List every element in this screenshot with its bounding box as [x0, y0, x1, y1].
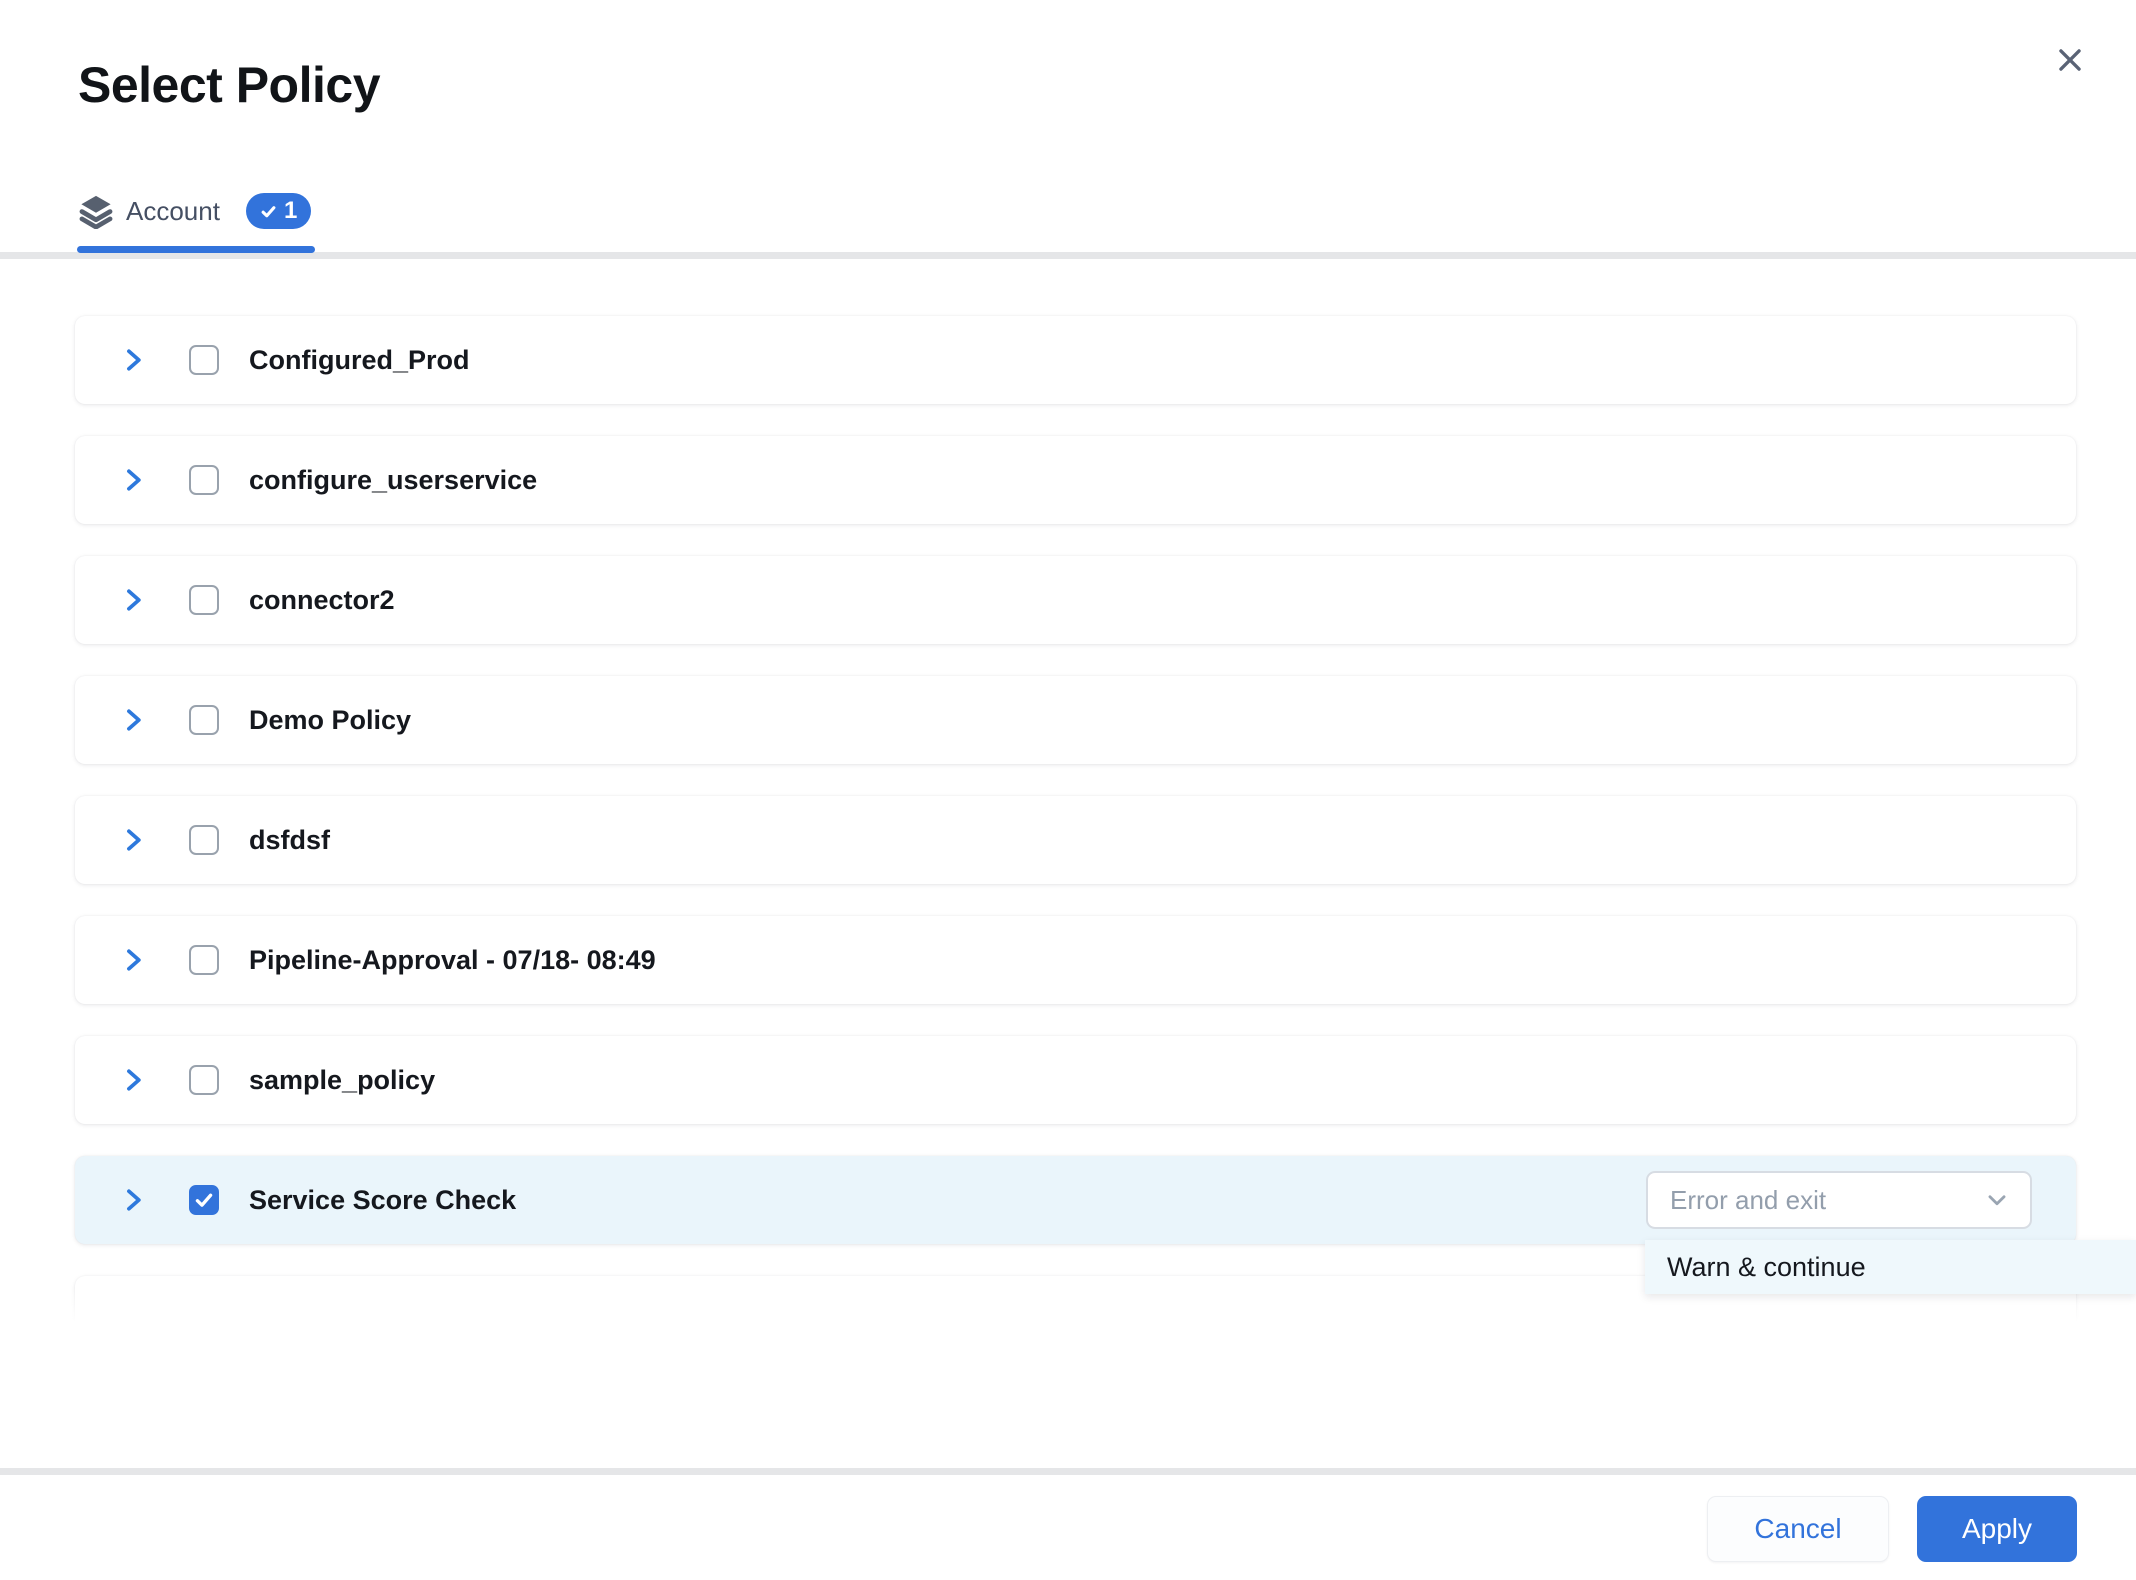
- policy-row: Service Score Check Error and exit: [75, 1156, 2076, 1244]
- policy-name: configure_userservice: [249, 465, 537, 496]
- action-dropdown-menu: Warn & continue: [1645, 1240, 2136, 1294]
- policy-name: Demo Policy: [249, 705, 411, 736]
- policy-action-select[interactable]: Error and exit: [1646, 1171, 2032, 1229]
- cancel-button[interactable]: Cancel: [1707, 1496, 1889, 1562]
- expand-chevron-icon[interactable]: [119, 346, 147, 374]
- policy-name: sample_policy: [249, 1065, 435, 1096]
- policy-checkbox[interactable]: [189, 825, 219, 855]
- tab-account[interactable]: Account 1: [78, 193, 311, 229]
- apply-button[interactable]: Apply: [1917, 1496, 2077, 1562]
- expand-chevron-icon[interactable]: [119, 586, 147, 614]
- policy-row: dsfdsf: [75, 796, 2076, 884]
- policy-checkbox[interactable]: [189, 585, 219, 615]
- expand-chevron-icon[interactable]: [119, 946, 147, 974]
- policy-name: Pipeline-Approval - 07/18- 08:49: [249, 945, 656, 976]
- tabbar-divider: [0, 252, 2136, 259]
- policy-row: connector2: [75, 556, 2076, 644]
- expand-chevron-icon[interactable]: [119, 1066, 147, 1094]
- policy-checkbox[interactable]: [189, 1185, 219, 1215]
- policy-row: Configured_Prod: [75, 316, 2076, 404]
- chevron-down-icon: [1984, 1187, 2010, 1213]
- expand-chevron-icon[interactable]: [119, 1186, 147, 1214]
- policy-row: configure_userservice: [75, 436, 2076, 524]
- selected-count: 1: [284, 197, 297, 225]
- policy-checkbox[interactable]: [189, 345, 219, 375]
- tab-account-label: Account: [126, 196, 220, 227]
- active-tab-indicator: [77, 246, 315, 253]
- close-button[interactable]: [2052, 44, 2088, 80]
- policy-row: sample_policy: [75, 1036, 2076, 1124]
- policy-list: Configured_Prod configure_userservice: [75, 316, 2076, 1322]
- policy-checkbox[interactable]: [189, 705, 219, 735]
- policy-row: Pipeline-Approval - 07/18- 08:49: [75, 916, 2076, 1004]
- footer-divider: [0, 1468, 2136, 1475]
- policy-checkbox[interactable]: [189, 1065, 219, 1095]
- policy-name: connector2: [249, 585, 395, 616]
- policy-name: Configured_Prod: [249, 345, 470, 376]
- select-value: Error and exit: [1670, 1185, 1984, 1216]
- page-title: Select Policy: [78, 56, 380, 114]
- policy-row: Demo Policy: [75, 676, 2076, 764]
- policy-name: dsfdsf: [249, 825, 330, 856]
- expand-chevron-icon[interactable]: [119, 826, 147, 854]
- select-policy-modal: Select Policy Account: [0, 0, 2136, 1580]
- policy-checkbox[interactable]: [189, 945, 219, 975]
- layers-icon: [78, 193, 114, 229]
- check-icon: [260, 203, 277, 220]
- tab-bar: Account 1: [78, 190, 311, 232]
- selected-count-badge: 1: [246, 193, 311, 229]
- expand-chevron-icon[interactable]: [119, 466, 147, 494]
- expand-chevron-icon[interactable]: [119, 706, 147, 734]
- policy-checkbox[interactable]: [189, 465, 219, 495]
- close-icon: [2054, 44, 2086, 81]
- dropdown-option[interactable]: Warn & continue: [1645, 1240, 2136, 1294]
- policy-name: Service Score Check: [249, 1185, 516, 1216]
